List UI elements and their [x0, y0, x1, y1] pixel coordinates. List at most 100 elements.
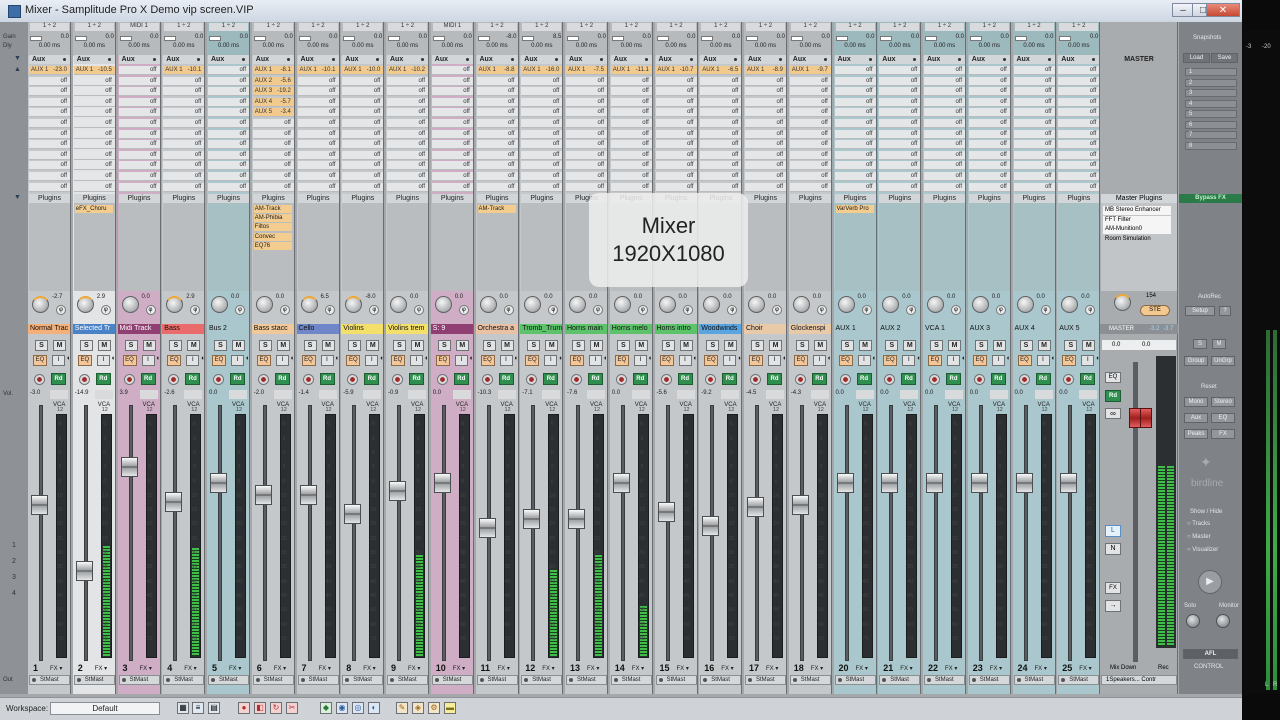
monitor-icon[interactable]: ◖ — [916, 355, 920, 362]
aux-send[interactable]: off — [924, 182, 965, 192]
volume-fader[interactable] — [31, 495, 48, 515]
aux-send[interactable]: off — [29, 129, 70, 139]
aux-send[interactable]: off — [834, 172, 876, 181]
monitor-icon[interactable]: ◖ — [558, 355, 562, 362]
aux-menu-icon[interactable] — [823, 58, 827, 61]
aux-send[interactable]: off — [566, 97, 607, 107]
mute-button[interactable]: M — [97, 340, 111, 351]
plugin-slots[interactable]: VarVerb Pro — [834, 203, 876, 291]
track-name[interactable]: Glockenspi — [788, 324, 831, 334]
aux-header[interactable]: Aux — [968, 55, 1010, 64]
fx-select[interactable]: FX ▾ — [945, 665, 957, 672]
aux-menu-icon[interactable] — [913, 58, 917, 61]
solo-button[interactable]: S — [795, 340, 809, 351]
eq-button[interactable]: EQ — [525, 355, 540, 366]
plugins-header[interactable]: Plugins — [431, 194, 473, 203]
input-select[interactable]: 1 ÷ 2 — [343, 23, 383, 31]
snapshot-slot[interactable]: 1 — [1185, 68, 1237, 76]
eq-button[interactable]: EQ — [33, 355, 47, 366]
volume-value[interactable]: -4.5 — [746, 390, 764, 399]
read-button[interactable]: Rd — [990, 373, 1006, 385]
gain-control[interactable]: 0.0 — [298, 34, 338, 43]
mute-button[interactable]: M — [321, 340, 335, 351]
aux-header[interactable]: Aux — [745, 55, 786, 64]
grid-view-icon[interactable]: ▦ — [177, 702, 189, 714]
aux-send[interactable]: off — [700, 76, 742, 86]
aux-menu-icon[interactable] — [555, 58, 559, 61]
delay-value[interactable]: 0.00 ms — [299, 43, 338, 52]
aux-send[interactable]: off — [789, 97, 831, 107]
aux-send[interactable]: off — [1013, 119, 1055, 128]
ctrl-solo-button[interactable]: S — [1193, 339, 1207, 349]
input-select[interactable]: 1 ÷ 2 — [388, 23, 427, 31]
gain-control[interactable]: 0.0 — [835, 34, 875, 43]
snapshot-slot[interactable]: 2 — [1185, 78, 1237, 87]
aux-send[interactable]: off — [342, 119, 384, 128]
plugins-header[interactable]: Plugins — [29, 194, 70, 203]
master-plugin-slot[interactable]: MB Stereo Enhancer — [1103, 206, 1171, 215]
aux-send[interactable]: off — [118, 150, 160, 160]
input-monitor-button[interactable]: I — [454, 355, 468, 366]
input-select[interactable]: MIDI 1 — [432, 23, 472, 31]
snapshot-slot[interactable]: 4 — [1185, 99, 1237, 108]
solo-button[interactable]: S — [35, 340, 48, 351]
aux-send[interactable]: off — [342, 87, 384, 97]
monitor-icon[interactable]: ◖ — [200, 355, 204, 362]
aux-send[interactable]: off — [163, 76, 205, 86]
aux-send[interactable]: AUX 1 -10.1 — [297, 66, 339, 75]
volume-fader[interactable] — [702, 516, 720, 536]
aux-send[interactable]: off — [789, 161, 831, 171]
aux-send[interactable]: off — [700, 161, 742, 171]
aux-send[interactable]: off — [387, 161, 428, 171]
aux-send[interactable]: off — [968, 161, 1010, 171]
volume-fader[interactable] — [1060, 473, 1078, 493]
plugins-header[interactable]: Plugins — [924, 194, 965, 203]
aux-send[interactable]: off — [521, 172, 563, 181]
mute-button[interactable]: M — [187, 340, 201, 351]
aux-send[interactable]: off — [29, 119, 70, 128]
volume-fader[interactable] — [254, 485, 272, 505]
aux-send[interactable]: off — [789, 76, 831, 86]
phase-button[interactable]: φ — [190, 305, 201, 315]
track-name[interactable]: Horns main — [565, 324, 607, 334]
monitor-icon[interactable]: ◖ — [737, 355, 741, 362]
aux-send[interactable]: off — [700, 129, 742, 139]
volume-value[interactable]: -5.9 — [343, 390, 361, 399]
phase-button[interactable]: φ — [861, 305, 872, 315]
aux-send[interactable]: AUX 3 -19.2 — [252, 87, 294, 97]
tool-edit-icon[interactable]: ⚙ — [428, 702, 440, 714]
aux-send[interactable]: off — [163, 140, 205, 150]
output-select[interactable]: StMast — [163, 675, 205, 685]
aux-send[interactable]: off — [1058, 119, 1100, 128]
aux-send[interactable]: off — [118, 182, 160, 192]
gain-control[interactable]: 0.0 — [164, 34, 203, 43]
aux-send[interactable]: off — [163, 97, 205, 107]
aux-send[interactable]: off — [29, 108, 70, 118]
phase-button[interactable]: φ — [414, 305, 424, 315]
gain-slider[interactable] — [567, 36, 579, 41]
fx-select[interactable]: FX ▾ — [95, 665, 107, 672]
aux-send[interactable]: off — [342, 76, 384, 86]
master-plugin-slot[interactable]: Room Simulation — [1103, 235, 1171, 244]
solo-level-knob[interactable] — [1186, 614, 1200, 628]
fx-select[interactable]: FX ▾ — [721, 665, 733, 672]
solo-button[interactable]: S — [214, 340, 227, 351]
read-button[interactable]: Rd — [409, 373, 424, 385]
volume-fader[interactable] — [523, 509, 541, 529]
aux-send[interactable]: off — [655, 108, 697, 118]
aux-send[interactable]: AUX 1 -11.1 — [610, 66, 652, 75]
aux-send[interactable]: off — [208, 140, 249, 150]
aux-menu-icon[interactable] — [331, 58, 335, 61]
record-arm-button[interactable] — [34, 374, 45, 385]
aux-send[interactable]: off — [73, 97, 115, 107]
aux-send[interactable]: off — [745, 97, 786, 107]
output-select[interactable]: StMast — [208, 675, 249, 685]
volume-value[interactable]: 3.9 — [120, 390, 138, 399]
pan-knob[interactable] — [703, 296, 721, 313]
aux-send[interactable]: off — [968, 129, 1010, 139]
record-arm-button[interactable] — [1018, 374, 1030, 385]
output-select[interactable]: StMast — [1013, 675, 1055, 685]
aux-menu-icon[interactable] — [63, 58, 66, 61]
master-read-button[interactable]: Rd — [1105, 390, 1121, 402]
fx-select[interactable]: FX ▾ — [811, 665, 823, 672]
